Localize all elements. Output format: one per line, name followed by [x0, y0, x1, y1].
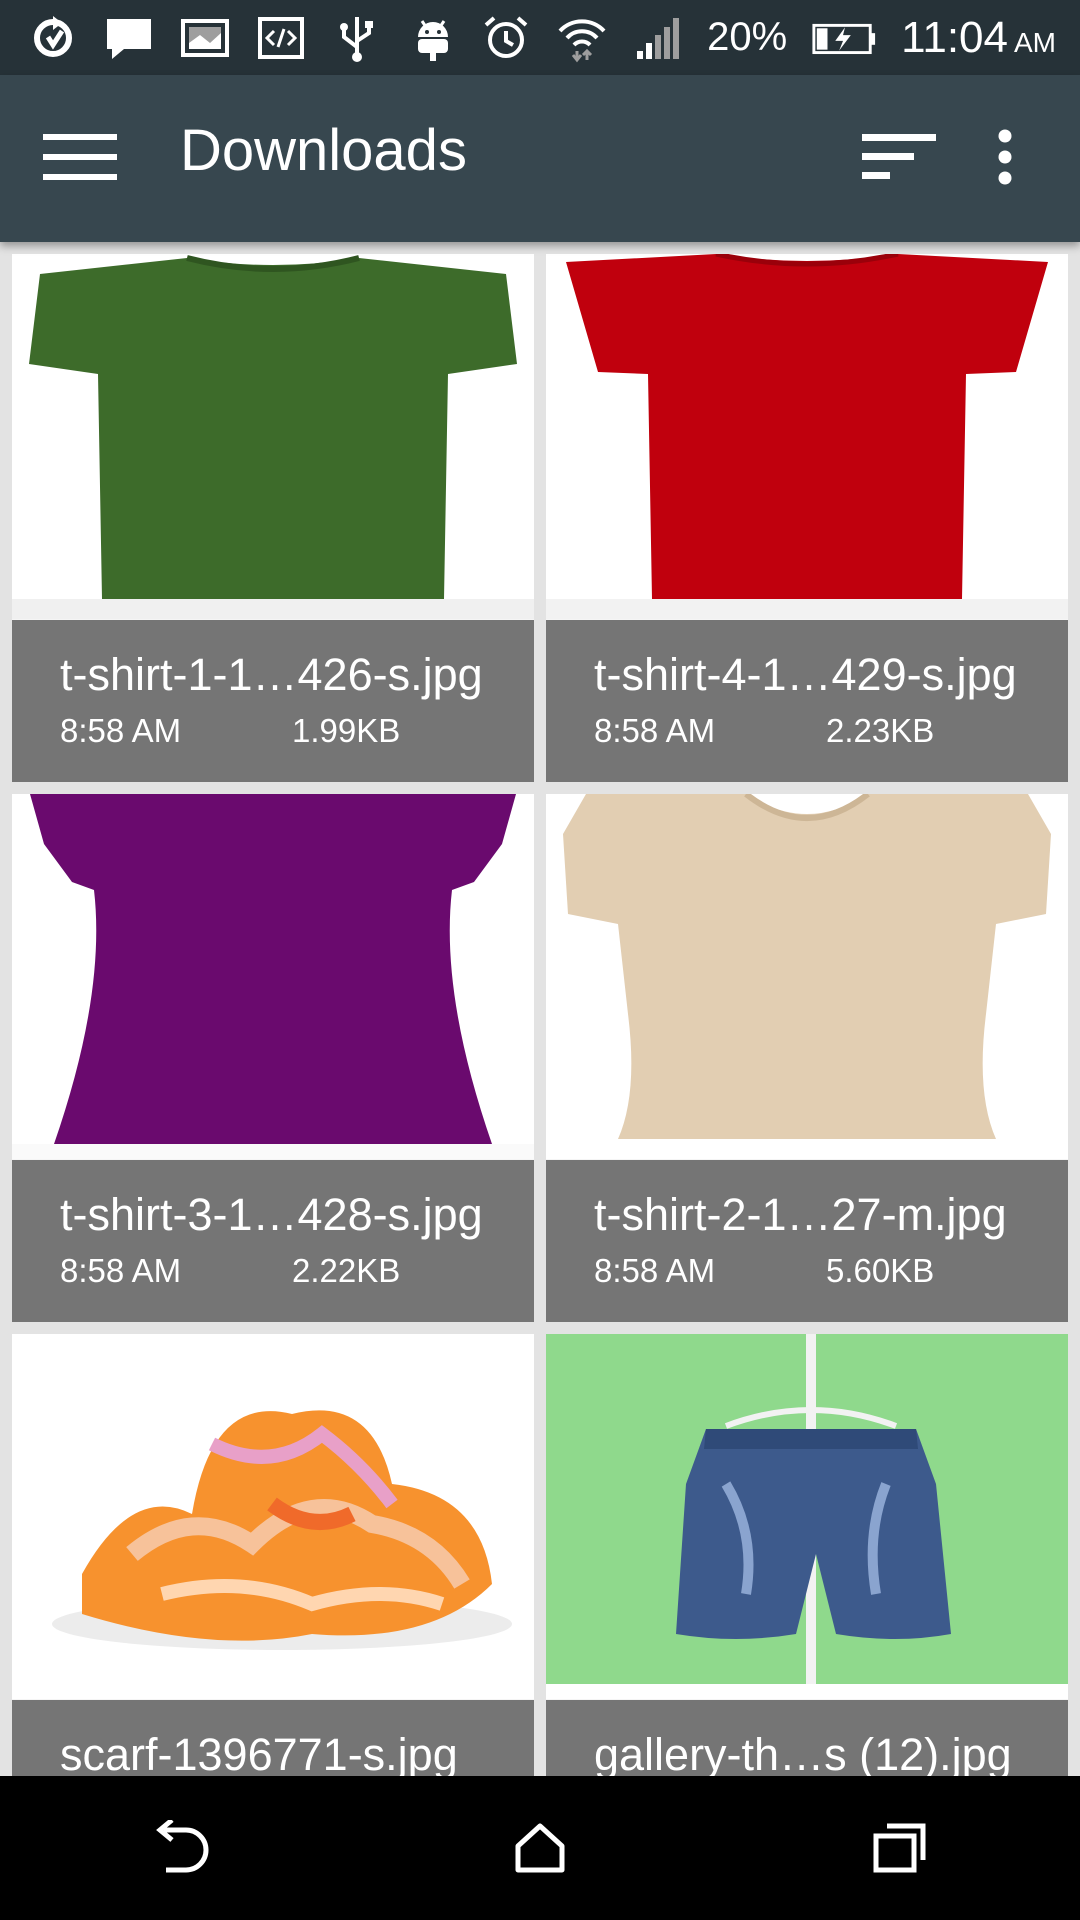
battery-charging-icon [809, 11, 879, 65]
sort-button[interactable] [855, 127, 945, 187]
thumbnail-orange-scarf [12, 1334, 534, 1699]
home-icon [515, 1823, 565, 1873]
file-info: t-shirt-1-1…426-s.jpg 8:58 AM 1.99KB [12, 620, 534, 782]
file-card[interactable]: t-shirt-3-1…428-s.jpg 8:58 AM 2.22KB [12, 794, 534, 1322]
file-card[interactable]: t-shirt-1-1…426-s.jpg 8:58 AM 1.99KB [12, 254, 534, 782]
file-size: 2.22KB [292, 1251, 401, 1289]
battery-percent: 20% [707, 15, 788, 59]
recent-apps-icon [873, 1823, 926, 1873]
menu-button[interactable] [40, 127, 120, 187]
thumbnail-denim-shorts [546, 1334, 1068, 1699]
wifi-icon [555, 11, 609, 65]
file-info: t-shirt-4-1…429-s.jpg 8:58 AM 2.23KB [546, 620, 1068, 782]
file-time: 8:58 AM [60, 711, 182, 749]
file-time: 8:58 AM [594, 711, 716, 749]
file-grid: t-shirt-1-1…426-s.jpg 8:58 AM 1.99KB t-s… [12, 254, 1068, 1862]
file-size: 1.99KB [292, 711, 401, 749]
alarm-icon [479, 11, 533, 65]
file-name: scarf-1396771-s.jpg [60, 1729, 458, 1780]
file-size: 5.60KB [826, 1251, 935, 1289]
file-time: 8:58 AM [60, 1251, 182, 1289]
file-name: t-shirt-4-1…429-s.jpg [594, 649, 1017, 700]
thumbnail-purple-tshirt [12, 794, 534, 1159]
hamburger-menu-icon [43, 134, 117, 180]
thumbnail-green-tshirt [12, 254, 534, 619]
file-name: gallery-th…s (12).jpg [594, 1729, 1012, 1780]
status-bar: 20% 11:04 AM [0, 0, 1080, 75]
file-card[interactable]: t-shirt-2-1…27-m.jpg 8:58 AM 5.60KB [546, 794, 1068, 1322]
thumbnail-beige-tshirt [546, 794, 1068, 1159]
file-card[interactable]: t-shirt-4-1…429-s.jpg 8:58 AM 2.23KB [546, 254, 1068, 782]
android-debug-icon [406, 11, 460, 65]
file-name: t-shirt-3-1…428-s.jpg [60, 1189, 483, 1240]
recent-apps-button[interactable] [840, 1788, 960, 1908]
file-name: t-shirt-1-1…426-s.jpg [60, 649, 483, 700]
more-options-button[interactable] [985, 117, 1025, 197]
file-info: t-shirt-3-1…428-s.jpg 8:58 AM 2.22KB [12, 1160, 534, 1322]
screen: 20% 11:04 AM Downloads t-shirt-1-1…426-s… [0, 0, 1080, 1920]
more-vert-icon [998, 129, 1012, 185]
clock-time: 11:04 [901, 12, 1008, 62]
file-name: t-shirt-2-1…27-m.jpg [594, 1189, 1007, 1240]
page-title: Downloads [180, 118, 467, 183]
system-icons: 20% 11:04 AM [479, 11, 1056, 65]
navigation-bar [0, 1776, 1080, 1920]
file-info: t-shirt-2-1…27-m.jpg 8:58 AM 5.60KB [546, 1160, 1068, 1322]
file-time: 8:58 AM [594, 1251, 716, 1289]
sort-icon [862, 134, 936, 179]
back-button[interactable] [120, 1788, 240, 1908]
gallery-icon [178, 11, 232, 65]
clock: 11:04 AM [901, 13, 1056, 63]
thumbnail-red-tshirt [546, 254, 1068, 619]
code-icon [254, 11, 308, 65]
clock-ampm: AM [1014, 26, 1056, 58]
home-button[interactable] [480, 1788, 600, 1908]
sync-icon [26, 11, 80, 65]
message-icon [102, 11, 156, 65]
notification-icons [26, 11, 460, 65]
signal-icon [631, 11, 685, 65]
app-bar: Downloads [0, 75, 1080, 242]
file-size: 2.23KB [826, 711, 935, 749]
back-icon [156, 1820, 209, 1873]
usb-icon [330, 11, 384, 65]
